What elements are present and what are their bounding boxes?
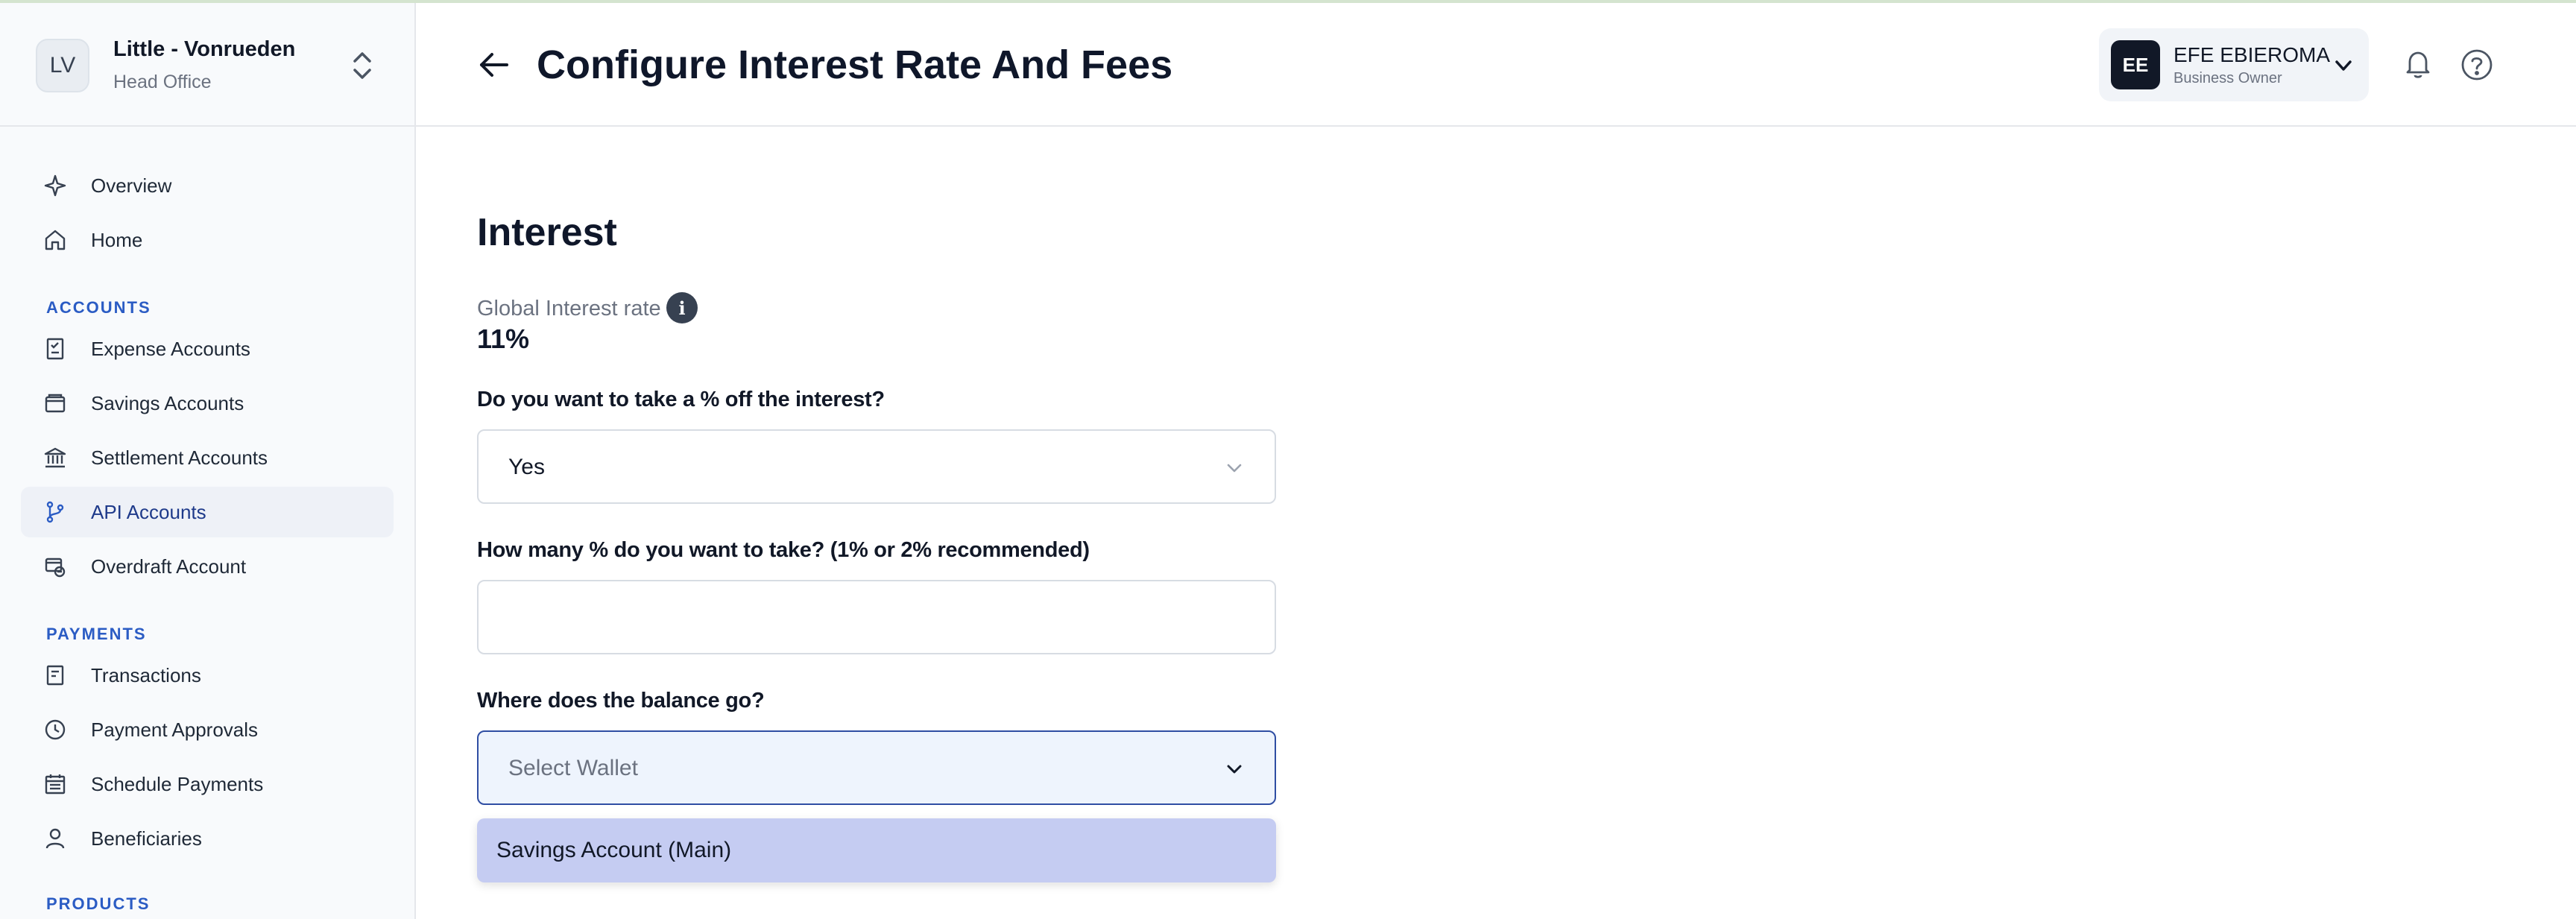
wallet-select-placeholder: Select Wallet: [508, 756, 638, 780]
section-payments: PAYMENTS: [46, 625, 147, 643]
dropdown-option-label: Savings Account (Main): [496, 838, 732, 862]
document-icon: [46, 665, 64, 686]
sparkle-icon: [44, 174, 66, 197]
main-content: Interest Global Interest rate i 11% Do y…: [416, 127, 2576, 919]
home-icon: [45, 230, 66, 250]
sidebar-item-schedule-payments[interactable]: Schedule Payments: [21, 759, 394, 809]
user-icon: [45, 828, 65, 849]
back-arrow-icon[interactable]: [476, 46, 513, 83]
sidebar-item-label: Transactions: [91, 663, 201, 686]
page-header: Configure Interest Rate And Fees EE EFE …: [416, 3, 2576, 127]
info-icon[interactable]: i: [666, 292, 698, 323]
sidebar-item-beneficiaries[interactable]: Beneficiaries: [21, 813, 394, 864]
bank-icon: [44, 447, 66, 468]
question-percent-amount-label: How many % do you want to take? (1% or 2…: [477, 538, 1090, 562]
page-title: Configure Interest Rate And Fees: [537, 42, 1173, 87]
wallet-icon: [45, 394, 66, 413]
sidebar-item-label: API Accounts: [91, 500, 206, 523]
sidebar-item-settlement-accounts[interactable]: Settlement Accounts: [21, 432, 394, 483]
org-name: Little - Vonrueden: [113, 37, 296, 61]
bell-icon[interactable]: [2403, 48, 2433, 80]
section-heading-interest: Interest: [477, 211, 617, 254]
clock-icon: [45, 719, 66, 740]
sidebar-item-overdraft-account[interactable]: Overdraft Account: [21, 541, 394, 592]
sidebar-item-label: Beneficiaries: [91, 827, 202, 850]
calendar-icon: [45, 774, 66, 795]
sidebar-item-expense-accounts[interactable]: Expense Accounts: [21, 323, 394, 374]
global-interest-label: Global Interest rate: [477, 297, 661, 320]
help-icon[interactable]: [2460, 48, 2494, 82]
question-take-percent-label: Do you want to take a % off the interest…: [477, 388, 885, 411]
sidebar-item-overview[interactable]: Overview: [21, 160, 394, 211]
user-role: Business Owner: [2174, 70, 2282, 86]
git-branch-icon: [46, 501, 64, 523]
percent-amount-input[interactable]: [477, 580, 1276, 654]
wallet-dropdown-option[interactable]: Savings Account (Main): [477, 818, 1276, 882]
chevron-down-icon: [1227, 765, 1242, 774]
wallet-select[interactable]: Select Wallet: [477, 730, 1276, 805]
user-name: EFE EBIEROMA: [2174, 43, 2331, 66]
org-switcher[interactable]: LV Little - Vonrueden Head Office: [0, 3, 414, 127]
question-balance-destination-label: Where does the balance go?: [477, 689, 765, 713]
sidebar-item-home[interactable]: Home: [21, 215, 394, 265]
sidebar-item-savings-accounts[interactable]: Savings Accounts: [21, 378, 394, 429]
sidebar-item-label: Expense Accounts: [91, 337, 250, 360]
org-avatar: LV: [36, 39, 89, 92]
take-percent-select[interactable]: Yes: [477, 429, 1276, 504]
sidebar-item-api-accounts[interactable]: API Accounts: [21, 487, 394, 537]
chevron-down-icon: [1227, 464, 1242, 473]
chevrons-up-down-icon[interactable]: [347, 48, 377, 83]
sidebar-item-label: Overview: [91, 174, 172, 197]
chevron-down-icon: [2335, 60, 2352, 71]
user-avatar: EE: [2111, 40, 2160, 89]
overdraft-icon: [45, 558, 66, 578]
section-accounts: ACCOUNTS: [46, 298, 151, 317]
receipt-icon: [46, 338, 64, 360]
global-interest-value: 11%: [477, 323, 530, 354]
take-percent-value: Yes: [508, 455, 545, 479]
sidebar-item-label: Schedule Payments: [91, 772, 264, 795]
sidebar-item-transactions[interactable]: Transactions: [21, 650, 394, 701]
sidebar-item-label: Overdraft Account: [91, 555, 247, 578]
sidebar: LV Little - Vonrueden Head Office Overvi…: [0, 3, 416, 919]
user-menu[interactable]: EE EFE EBIEROMA Business Owner: [2099, 28, 2369, 101]
sidebar-item-label: Savings Accounts: [91, 391, 244, 414]
section-products: PRODUCTS: [46, 894, 151, 913]
sidebar-item-label: Payment Approvals: [91, 718, 259, 741]
sidebar-item-label: Settlement Accounts: [91, 446, 268, 469]
org-subtitle: Head Office: [113, 72, 212, 92]
sidebar-item-payment-approvals[interactable]: Payment Approvals: [21, 704, 394, 755]
sidebar-item-label: Home: [91, 228, 143, 251]
